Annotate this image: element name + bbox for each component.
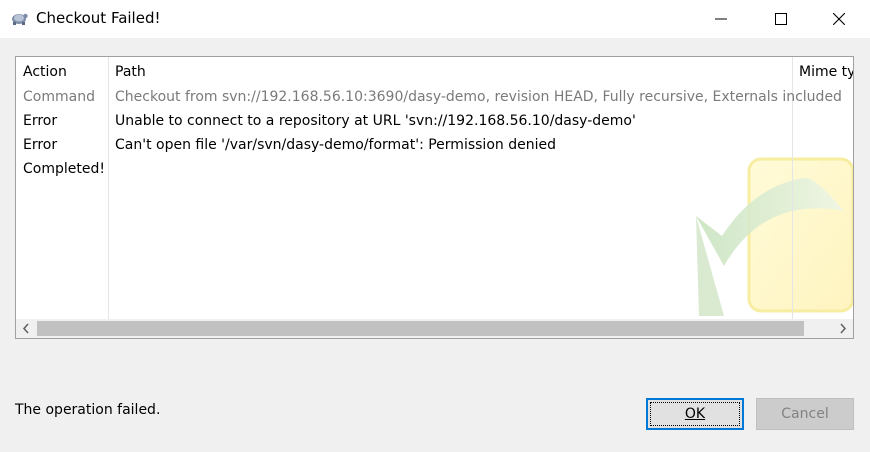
scrollbar-thumb[interactable]: [37, 321, 804, 336]
chevron-left-icon: [22, 323, 29, 334]
ok-button-label: OK: [684, 406, 706, 422]
ok-button[interactable]: OK: [646, 398, 744, 430]
minimize-icon: [715, 18, 727, 20]
row-action[interactable]: Command: [23, 89, 95, 105]
maximize-icon: [775, 13, 787, 25]
close-icon: [833, 13, 845, 25]
row-path[interactable]: Can't open file '/var/svn/dasy-demo/form…: [115, 137, 556, 153]
window-title: Checkout Failed!: [36, 9, 161, 27]
title-bar: Checkout Failed!: [0, 0, 870, 38]
horizontal-scrollbar[interactable]: [16, 319, 853, 338]
chevron-right-icon: [840, 323, 847, 334]
row-path[interactable]: Unable to connect to a repository at URL…: [115, 113, 636, 129]
close-button[interactable]: [810, 0, 868, 38]
checkmark-watermark-icon: [696, 157, 853, 316]
column-header-action[interactable]: Action: [23, 64, 67, 80]
column-header-path[interactable]: Path: [115, 64, 146, 80]
scroll-left-button[interactable]: [16, 319, 36, 338]
row-action[interactable]: Completed!: [23, 161, 105, 177]
row-action[interactable]: Error: [23, 113, 57, 129]
scroll-right-button[interactable]: [833, 319, 853, 338]
row-action[interactable]: Error: [23, 137, 57, 153]
maximize-button[interactable]: [752, 0, 810, 38]
column-separator: [108, 57, 109, 319]
tortoisesvn-app-icon: [12, 13, 28, 25]
cancel-button: Cancel: [756, 398, 854, 430]
row-path[interactable]: Checkout from svn://192.168.56.10:3690/d…: [115, 89, 842, 105]
cancel-button-label: Cancel: [781, 406, 829, 422]
column-header-mime-type[interactable]: Mime ty: [799, 64, 853, 80]
minimize-button[interactable]: [692, 0, 750, 38]
log-list[interactable]: Action Path Mime ty Command Checkout fro…: [15, 56, 854, 339]
status-message: The operation failed.: [15, 402, 161, 418]
